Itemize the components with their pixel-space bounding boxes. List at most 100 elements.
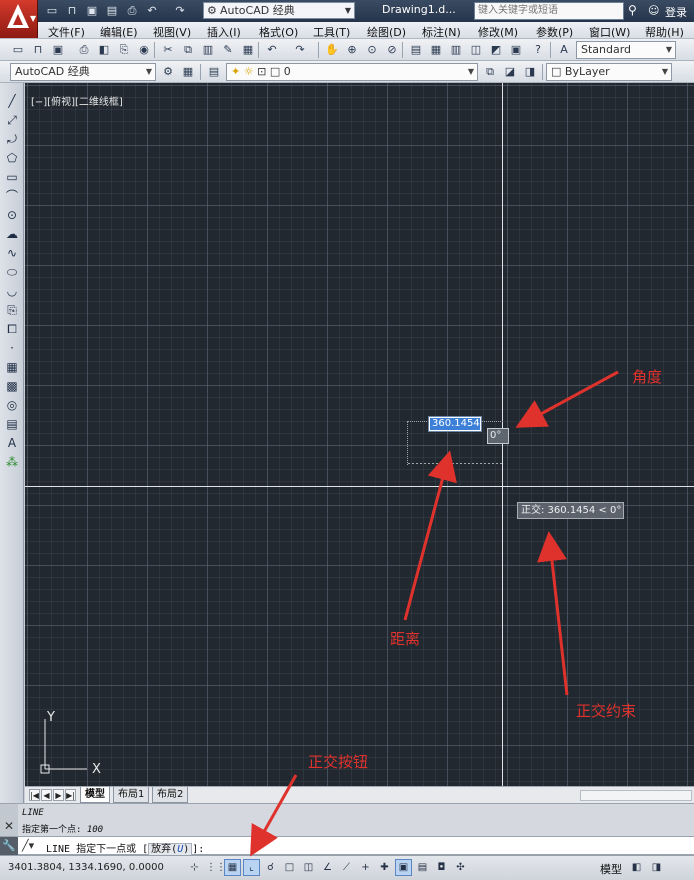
markup-icon[interactable]: ◩ <box>488 42 504 58</box>
revision-cloud-icon[interactable]: ☁ <box>4 226 20 242</box>
transparency-icon[interactable]: ▣ <box>395 859 412 876</box>
menu-help[interactable]: 帮助(H) <box>645 24 684 40</box>
color-select[interactable]: □ ByLayer ▼ <box>546 63 672 81</box>
properties-icon[interactable]: ▤ <box>408 42 424 58</box>
quick-view-layouts-icon[interactable]: ◧ <box>628 859 645 876</box>
insert-block-icon[interactable]: ⎘ <box>4 302 20 318</box>
menu-draw[interactable]: 绘图(D) <box>367 24 406 40</box>
tab-model[interactable]: 模型 <box>80 787 110 803</box>
layer-state-icon[interactable]: ◨ <box>522 64 538 80</box>
redo-icon[interactable]: ↷ <box>172 3 188 18</box>
publish-icon[interactable]: ◉ <box>136 42 152 58</box>
menu-edit[interactable]: 编辑(E) <box>100 24 138 40</box>
model-space-button[interactable]: 模型 <box>600 861 622 877</box>
line-icon[interactable]: ╱ <box>4 93 20 109</box>
tab-layout1[interactable]: 布局1 <box>113 787 150 803</box>
workspace-selector[interactable]: ⚙ AutoCAD 经典 ▼ <box>203 2 355 19</box>
zoom-realtime-icon[interactable]: ⊕ <box>344 42 360 58</box>
menu-view[interactable]: 视图(V) <box>153 24 191 40</box>
table-icon[interactable]: ▤ <box>4 416 20 432</box>
tool-palettes-icon[interactable]: ▥ <box>448 42 464 58</box>
zoom-window-icon[interactable]: ⊙ <box>364 42 380 58</box>
object-snap-tracking-icon[interactable]: ∠ <box>319 859 336 876</box>
command-line[interactable]: 🔧 ╱▾ LINE 指定下一点或 [放弃(U)]: <box>0 836 694 856</box>
polygon-icon[interactable]: ⬠ <box>4 150 20 166</box>
save-icon[interactable]: ▣ <box>84 3 100 18</box>
menu-format[interactable]: 格式(O) <box>259 24 298 40</box>
menu-modify[interactable]: 修改(M) <box>478 24 518 40</box>
hatch-icon[interactable]: ▦ <box>4 359 20 375</box>
spline-icon[interactable]: ∿ <box>4 245 20 261</box>
menu-file[interactable]: 文件(F) <box>48 24 85 40</box>
workspace-select[interactable]: AutoCAD 经典 ▼ <box>10 63 156 81</box>
distance-input[interactable]: 360.1454 <box>428 416 482 432</box>
gear-icon[interactable]: ⚙ <box>160 64 176 80</box>
drawing-area[interactable]: [−][俯视][二维线框] 360.1454 0° 正交: 360.1454 <… <box>25 83 694 786</box>
zoom-previous-icon[interactable]: ⊘ <box>384 42 400 58</box>
layer-properties-icon[interactable]: ▤ <box>206 64 222 80</box>
menu-insert[interactable]: 插入(I) <box>207 24 241 40</box>
viewport-controls[interactable]: [−][俯视][二维线框] <box>31 93 123 108</box>
menu-dimension[interactable]: 标注(N) <box>422 24 461 40</box>
ellipse-icon[interactable]: ⬭ <box>4 264 20 280</box>
print-preview-icon[interactable]: ◧ <box>96 42 112 58</box>
help-icon[interactable]: ? <box>530 42 546 58</box>
block-editor-icon[interactable]: ▦ <box>240 42 256 58</box>
text-style-select[interactable]: Standard ▼ <box>576 41 676 59</box>
save-as-icon[interactable]: ▤ <box>104 3 120 18</box>
pan-icon[interactable]: ✋ <box>324 42 340 58</box>
undo-icon[interactable]: ↶ <box>144 3 160 18</box>
open-file-icon[interactable]: ⊓ <box>30 42 46 58</box>
last-tab-icon[interactable]: ▶| <box>65 789 76 801</box>
infer-constraints-icon[interactable]: ⊹ <box>186 859 203 876</box>
dynamic-input-icon[interactable]: + <box>357 859 374 876</box>
copy-icon[interactable]: ⧉ <box>180 42 196 58</box>
horizontal-scrollbar[interactable] <box>580 790 692 801</box>
redo-icon[interactable]: ↷ <box>292 42 308 58</box>
angle-input[interactable]: 0° <box>487 428 509 444</box>
tab-layout2[interactable]: 布局2 <box>152 787 189 803</box>
calculator-icon[interactable]: ▣ <box>508 42 524 58</box>
lineweight-icon[interactable]: ✚ <box>376 859 393 876</box>
3d-object-snap-icon[interactable]: ◫ <box>300 859 317 876</box>
grid-display-icon[interactable]: ▦ <box>224 859 241 876</box>
login-link[interactable]: 登录 <box>665 4 687 20</box>
binoculars-icon[interactable]: ⚲ <box>628 3 644 18</box>
add-selected-icon[interactable]: ⁂ <box>4 454 20 470</box>
save-icon[interactable]: ▣ <box>50 42 66 58</box>
snap-mode-icon[interactable]: ⋮⋮ <box>205 859 226 876</box>
polyline-icon[interactable]: ⤾ <box>4 131 20 147</box>
make-current-layer-icon[interactable]: ⧉ <box>482 64 498 80</box>
dynamic-ucs-icon[interactable]: ⟋ <box>338 859 355 876</box>
menu-tools[interactable]: 工具(T) <box>313 24 350 40</box>
ortho-mode-button[interactable]: ⌞ <box>243 859 260 876</box>
quick-properties-icon[interactable]: ▤ <box>414 859 431 876</box>
construction-line-icon[interactable]: ⤢ <box>4 112 20 128</box>
point-icon[interactable]: · <box>4 340 20 356</box>
close-icon[interactable]: ✕ <box>4 819 14 833</box>
new-file-icon[interactable]: ▭ <box>44 3 60 18</box>
sheet-set-icon[interactable]: ◫ <box>468 42 484 58</box>
paste-icon[interactable]: ▥ <box>200 42 216 58</box>
first-tab-icon[interactable]: |◀ <box>29 789 40 801</box>
polar-tracking-icon[interactable]: ☌ <box>262 859 279 876</box>
menu-parametric[interactable]: 参数(P) <box>536 24 573 40</box>
ellipse-arc-icon[interactable]: ◡ <box>4 283 20 299</box>
object-snap-icon[interactable]: □ <box>281 859 298 876</box>
open-file-icon[interactable]: ⊓ <box>64 3 80 18</box>
rectangle-icon[interactable]: ▭ <box>4 169 20 185</box>
next-tab-icon[interactable]: ▶ <box>53 789 64 801</box>
multiline-text-icon[interactable]: A <box>4 435 20 451</box>
wrench-icon[interactable]: 🔧 <box>0 837 18 855</box>
region-icon[interactable]: ◎ <box>4 397 20 413</box>
new-file-icon[interactable]: ▭ <box>10 42 26 58</box>
match-properties-icon[interactable]: ✎ <box>220 42 236 58</box>
selection-cycling-icon[interactable]: ◘ <box>433 859 450 876</box>
gradient-icon[interactable]: ▩ <box>4 378 20 394</box>
make-block-icon[interactable]: ⧠ <box>4 321 20 337</box>
arc-icon[interactable]: ⌒ <box>4 188 20 204</box>
plot-icon[interactable]: ⎘ <box>116 42 132 58</box>
prev-tab-icon[interactable]: ◀ <box>41 789 52 801</box>
print-icon[interactable]: ⎙ <box>124 3 140 18</box>
workspace-settings-icon[interactable]: ▦ <box>180 64 196 80</box>
